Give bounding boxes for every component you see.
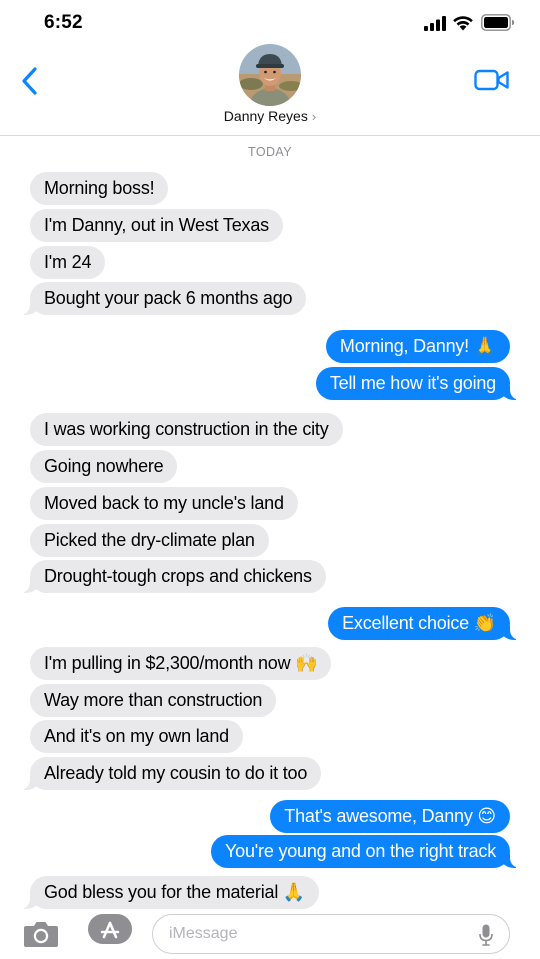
message-thread[interactable]: TODAY Morning boss! I'm Danny, out in We…	[0, 137, 540, 911]
incoming-message[interactable]: Way more than construction	[30, 684, 277, 717]
contact-name: Danny Reyes	[223, 108, 308, 124]
cellular-signal-icon	[424, 16, 446, 31]
avatar-photo	[239, 44, 301, 106]
chevron-left-icon[interactable]	[18, 66, 42, 96]
contact-avatar[interactable]	[239, 44, 301, 106]
wifi-icon	[453, 16, 473, 31]
incoming-message[interactable]: And it's on my own land	[30, 720, 243, 753]
outgoing-message[interactable]: That's awesome, Danny 😊	[270, 800, 510, 833]
incoming-message[interactable]: Morning boss!	[30, 172, 169, 205]
day-separator: TODAY	[248, 145, 292, 159]
incoming-message[interactable]: God bless you for the material 🙏	[19, 876, 320, 909]
outgoing-message[interactable]: You're young and on the right track	[211, 835, 520, 868]
incoming-message[interactable]: Bought your pack 6 months ago	[19, 282, 307, 315]
microphone-icon[interactable]	[479, 924, 493, 946]
chevron-right-icon: ›	[311, 109, 317, 124]
outgoing-message[interactable]: Tell me how it's going	[315, 367, 521, 400]
camera-icon[interactable]	[23, 919, 59, 949]
outgoing-message[interactable]: Excellent choice 👏	[328, 607, 520, 640]
app-store-icon[interactable]	[88, 914, 132, 944]
battery-icon	[481, 14, 515, 31]
outgoing-message[interactable]: Morning, Danny! 🙏	[325, 330, 510, 363]
message-input-placeholder: iMessage	[169, 925, 238, 942]
incoming-message[interactable]: Picked the dry-climate plan	[30, 524, 269, 557]
incoming-message[interactable]: I'm Danny, out in West Texas	[30, 209, 283, 242]
contact-name-button[interactable]: Danny Reyes ›	[0, 108, 540, 124]
incoming-message[interactable]: Moved back to my uncle's land	[30, 487, 298, 520]
conversation-header: Danny Reyes ›	[0, 40, 540, 136]
incoming-message[interactable]: Drought-tough crops and chickens	[20, 560, 326, 593]
incoming-message[interactable]: I'm 24	[30, 246, 106, 279]
status-time: 6:52	[44, 12, 83, 33]
incoming-message[interactable]: I was working construction in the city	[30, 413, 343, 446]
composer-bar: iMessage	[0, 911, 540, 959]
incoming-message[interactable]: Going nowhere	[30, 450, 178, 483]
video-camera-icon[interactable]	[474, 68, 510, 92]
message-input[interactable]: iMessage	[152, 914, 510, 954]
incoming-message[interactable]: I'm pulling in $2,300/month now 🙌	[30, 647, 332, 680]
incoming-message[interactable]: Already told my cousin to do it too	[19, 757, 322, 790]
